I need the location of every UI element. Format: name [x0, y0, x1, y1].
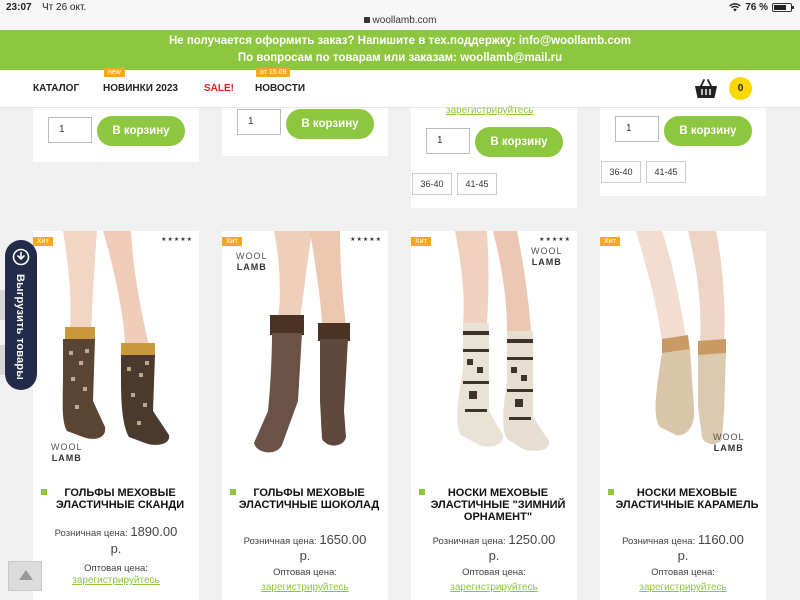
size-option-36-40[interactable]: 36-40 — [412, 173, 452, 195]
product-photo-winter-ornament-socks — [455, 231, 550, 451]
retail-price-value: 1650.00 — [319, 532, 367, 547]
wholesale-price-label: Оптовая цена: — [273, 567, 337, 578]
support-banner: Не получается оформить заказ? Напишите в… — [0, 30, 800, 70]
product-card: Хит ★★★★★ WOOL LAMB НОСКИ МЕХОВЫЕ ЭЛАСТИЧ… — [411, 231, 577, 600]
price-currency: р. — [677, 548, 689, 563]
wool-lamb-logo: WOOL LAMB — [531, 246, 563, 267]
product-card-top: 1 В корзину — [33, 108, 199, 162]
product-title[interactable]: НОСКИ МЕХОВЫЕ ЭЛАСТИЧНЫЕ "ЗИМНИЙ ОРНАМЕН… — [425, 487, 571, 523]
wool-lamb-logo: WOOL LAMB — [713, 432, 745, 453]
battery-icon — [772, 3, 794, 12]
retail-price: Розничная цена: 1250.00 — [432, 532, 556, 547]
product-card-top: 1 В корзину — [222, 108, 388, 156]
news-date-badge: от 15.09 — [256, 68, 291, 77]
main-nav: КАТАЛОГ new НОВИНКИ 2023 SALE! от 15.09 … — [0, 68, 800, 108]
retail-price-value: 1890.00 — [130, 524, 178, 539]
retail-price-value: 1250.00 — [508, 532, 556, 547]
nav-item-news[interactable]: от 15.09 НОВОСТИ — [255, 68, 306, 94]
product-image[interactable]: Хит ★★★★★ WOOL LAMB — [411, 231, 577, 479]
quantity-input[interactable]: 1 — [615, 116, 659, 142]
wholesale-price-label: Оптовая цена: — [651, 567, 715, 578]
product-title[interactable]: НОСКИ МЕХОВЫЕ ЭЛАСТИЧНЫЕ КАРАМЕЛЬ — [614, 487, 760, 511]
battery-percent: 76 % — [745, 2, 768, 13]
retail-price: Розничная цена: 1160.00 — [622, 532, 744, 547]
product-image[interactable]: Хит ★★★★★ WOOL LAMB — [33, 231, 199, 479]
retail-price: Розничная цена: 1890.00 — [54, 524, 178, 539]
nav-item-label: НОВИНКИ 2023 — [103, 83, 178, 94]
nav-item-label: НОВОСТИ — [255, 83, 306, 94]
register-link[interactable]: зарегистрируйтесь — [411, 582, 577, 593]
hit-badge: Хит — [411, 237, 431, 246]
status-right: 76 % — [729, 2, 794, 13]
status-time: 23:07 — [6, 2, 32, 13]
register-link[interactable]: зарегистрируйтесь — [446, 105, 534, 116]
banner-line-1: Не получается оформить заказ? Напишите в… — [168, 35, 632, 47]
cart-count-badge[interactable]: 0 — [729, 77, 752, 100]
register-link[interactable]: зарегистрируйтесь — [600, 582, 766, 593]
nav-item-catalog[interactable]: КАТАЛОГ — [33, 83, 79, 94]
product-image[interactable]: Хит WOOL LAMB — [600, 231, 766, 479]
add-to-cart-button[interactable]: В корзину — [97, 116, 185, 146]
wifi-icon — [729, 3, 741, 12]
lock-icon — [363, 17, 370, 23]
banner-line-2: По вопросам по товарам или заказам: wool… — [237, 52, 563, 64]
register-link[interactable]: зарегистрируйтесь — [222, 582, 388, 593]
quantity-input[interactable]: 1 — [48, 117, 92, 143]
export-products-label: Выгрузить товары — [14, 274, 26, 380]
hit-badge: Хит — [222, 237, 242, 246]
new-badge: new — [104, 68, 125, 77]
rating-stars: ★★★★★ — [161, 237, 193, 243]
product-title[interactable]: ГОЛЬФЫ МЕХОВЫЕ ЭЛАСТИЧНЫЕ ШОКОЛАД — [236, 487, 382, 511]
wool-lamb-logo: WOOL LAMB — [236, 251, 268, 272]
wholesale-price-label: Оптовая цена: — [84, 563, 148, 574]
address-bar[interactable]: woollamb.com — [0, 15, 800, 26]
product-card-top: 1 В корзину 36-40 41-45 — [600, 108, 766, 196]
add-to-cart-button[interactable]: В корзину — [475, 127, 563, 157]
size-option-41-45[interactable]: 41-45 — [457, 173, 497, 195]
price-currency: р. — [110, 541, 122, 556]
add-to-cart-button[interactable]: В корзину — [286, 109, 374, 139]
battery-level — [774, 5, 787, 10]
register-link[interactable]: зарегистрируйтесь — [33, 575, 199, 586]
hit-badge: Хит — [600, 237, 620, 246]
basket-icon[interactable] — [694, 79, 718, 99]
size-option-36-40[interactable]: 36-40 — [601, 161, 641, 183]
product-image[interactable]: Хит ★★★★★ WOOL LAMB — [222, 231, 388, 479]
retail-price: Розничная цена: 1650.00 — [243, 532, 367, 547]
price-currency: р. — [488, 548, 500, 563]
arrow-up-icon[interactable] — [8, 561, 42, 591]
status-bar: 23:07 Чт 26 окт. woollamb.com 76 % — [0, 0, 800, 30]
size-option-41-45[interactable]: 41-45 — [646, 161, 686, 183]
nav-item-sale[interactable]: SALE! — [204, 83, 234, 94]
product-card: Хит WOOL LAMB НОСКИ МЕХОВЫЕ ЭЛАСТИЧНЫЕ КА… — [600, 231, 766, 600]
retail-price-value: 1160.00 — [697, 532, 744, 547]
quantity-input[interactable]: 1 — [426, 128, 470, 154]
wool-lamb-logo: WOOL LAMB — [51, 442, 83, 463]
price-currency: р. — [299, 548, 311, 563]
product-card: Хит ★★★★★ WOOL LAMB ГОЛЬФЫ МЕХОВЫЕ ЭЛАСТИ… — [222, 231, 388, 600]
product-card: Хит ★★★★★ WOOL LAMB ГОЛЬФЫ МЕХОВЫЕ ЭЛАСТИ… — [33, 231, 199, 600]
quantity-input[interactable]: 1 — [237, 109, 281, 135]
status-date: Чт 26 окт. — [42, 2, 87, 13]
add-to-cart-button[interactable]: В корзину — [664, 116, 752, 146]
hit-badge: Хит — [33, 237, 53, 246]
url-text: woollamb.com — [372, 15, 437, 26]
rating-stars: ★★★★★ — [350, 237, 382, 243]
nav-item-new-2023[interactable]: new НОВИНКИ 2023 — [103, 68, 178, 94]
wholesale-price-label: Оптовая цена: — [462, 567, 526, 578]
product-title[interactable]: ГОЛЬФЫ МЕХОВЫЕ ЭЛАСТИЧНЫЕ СКАНДИ — [47, 487, 193, 511]
rating-stars: ★★★★★ — [539, 237, 571, 243]
export-products-widget[interactable]: Выгрузить товары — [5, 240, 37, 390]
product-card-top: зарегистрируйтесь 1 В корзину 36-40 41-4… — [411, 105, 577, 208]
export-icon — [12, 248, 30, 266]
